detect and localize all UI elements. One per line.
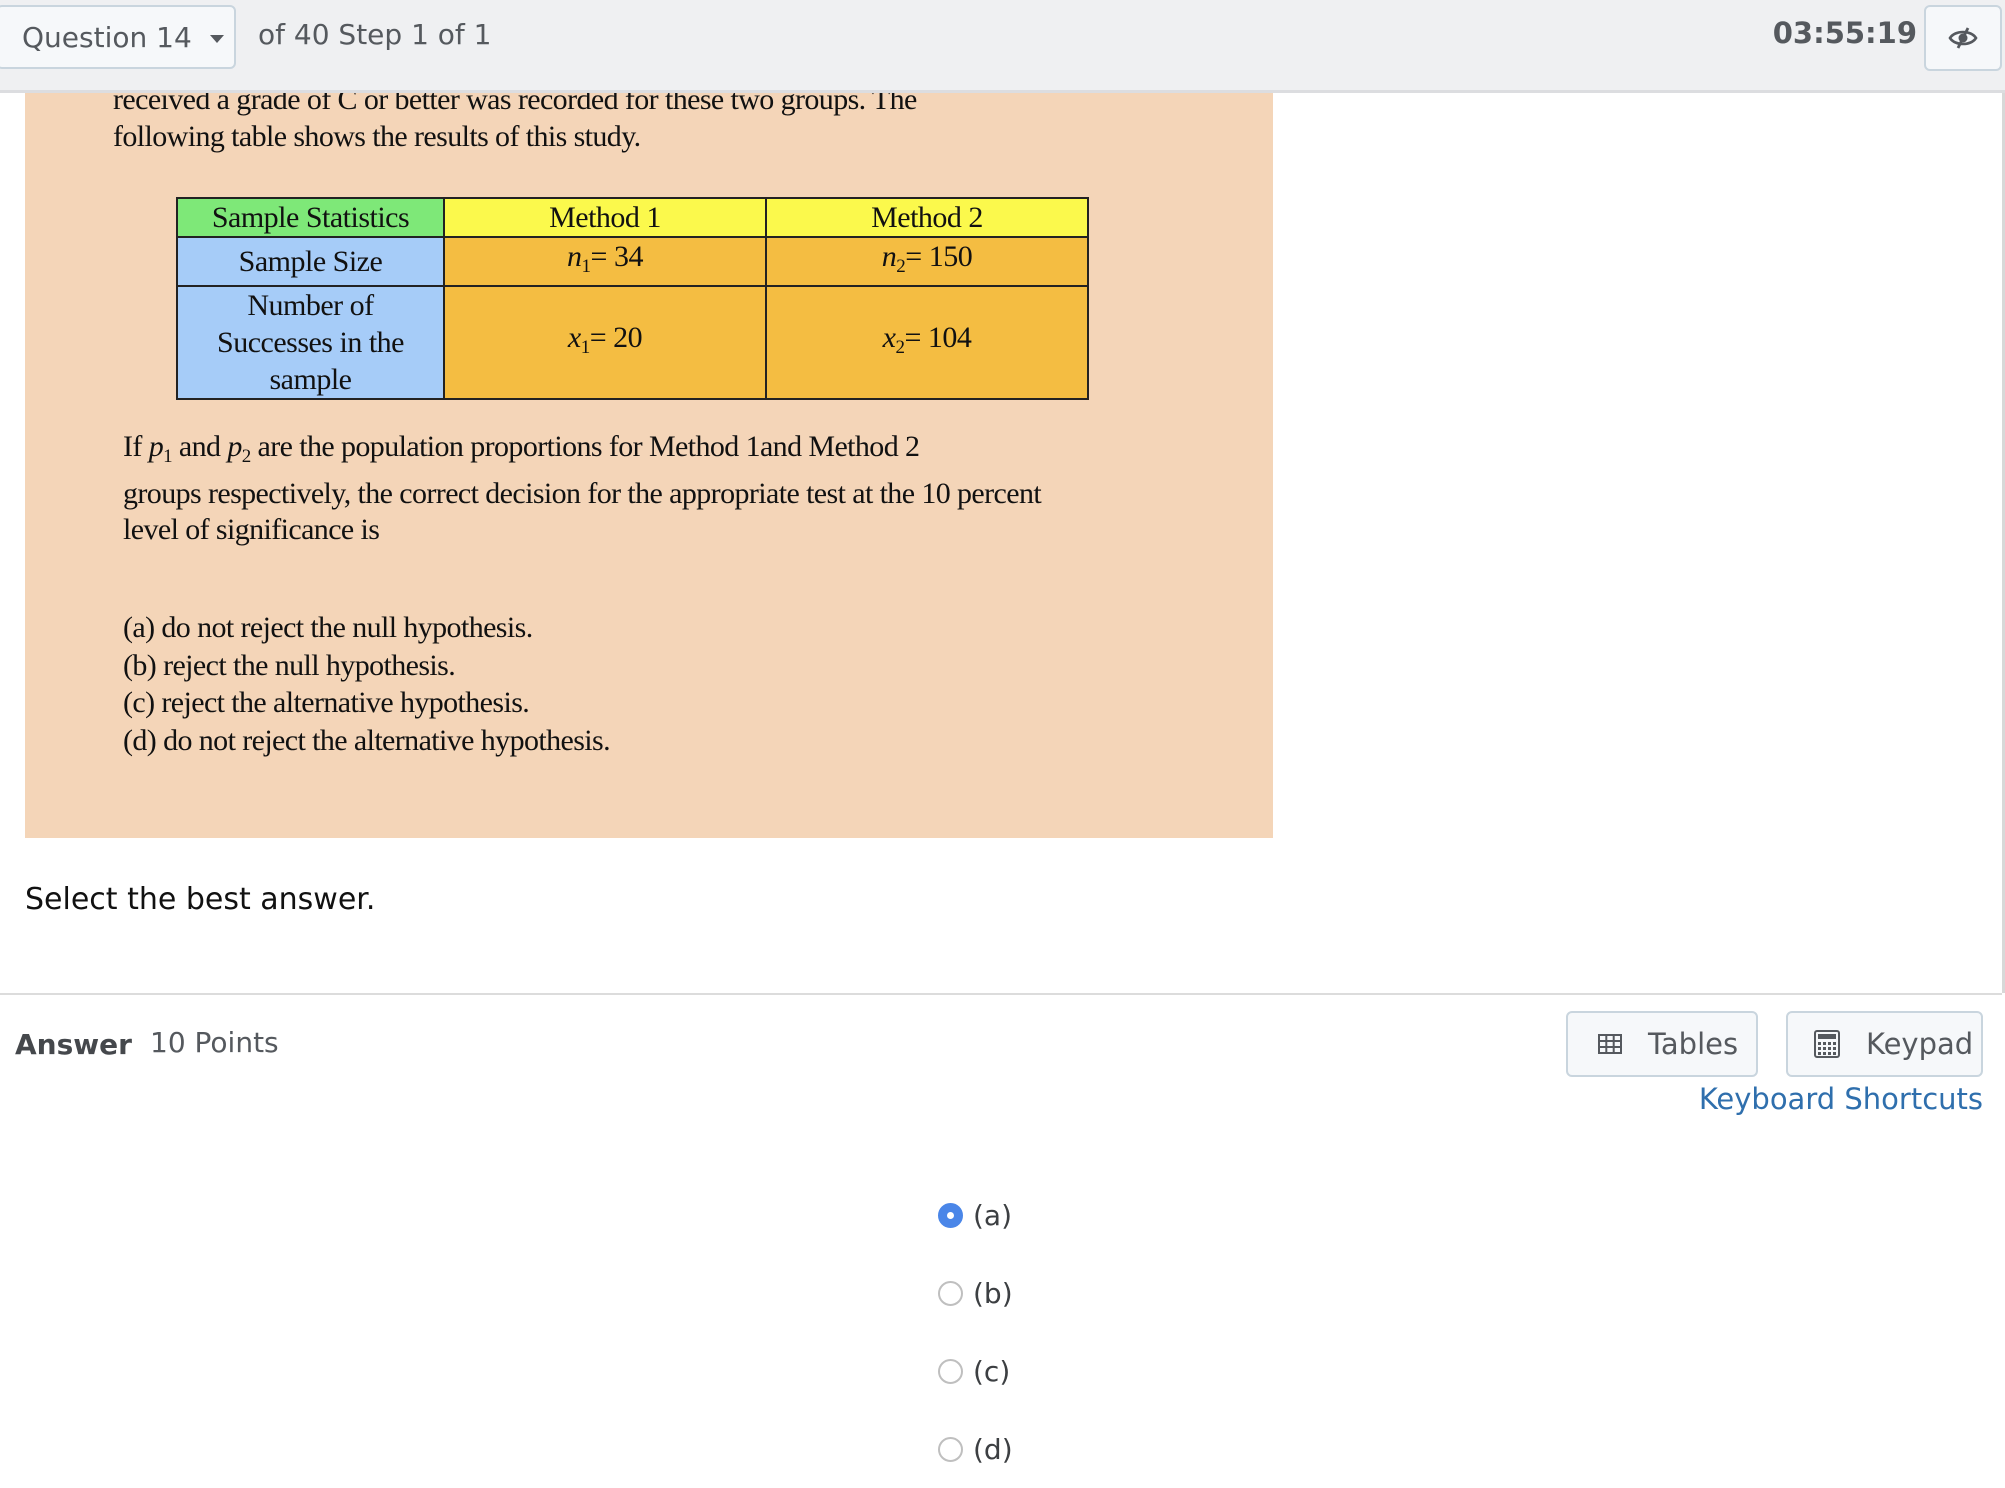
tables-button[interactable]: Tables [1566,1011,1758,1077]
question-select-label: Question 14 [22,20,192,54]
value-cell: n1= 34 [443,236,767,287]
text: and [172,430,228,463]
answer-options: (a) (b) (c) (d) [938,1176,1013,1488]
var: n [881,240,897,273]
answer-option-c[interactable]: (c) [938,1332,1013,1410]
question-progress: of 40 Step 1 of 1 [258,18,492,51]
option-label: (c) [973,1354,1011,1388]
row-label: Number of Successes in the sample [176,285,445,400]
row-label: Sample Size [176,236,445,287]
label-line: Number of [247,289,374,322]
subscript: 1 [163,446,173,467]
choice-list: (a) do not reject the null hypothesis. (… [123,609,611,759]
value: = 104 [904,321,972,354]
header-cell: Method 1 [443,197,767,238]
radio-button[interactable] [938,1436,963,1462]
choice-text: (b) reject the null hypothesis. [123,648,456,682]
var: x [567,321,581,354]
value: = 20 [589,321,643,354]
subscript: 2 [241,446,252,467]
intro-line: received a grade of C or better was reco… [113,93,917,116]
eye-slash-icon [1948,27,1978,49]
section-divider [0,993,2002,995]
prompt-line: level of significance is [123,513,380,546]
table-header-row: Sample Statistics Method 1 Method 2 [176,197,1089,238]
label-line: Successes in the [217,326,404,359]
value-cell: x2= 104 [765,285,1089,400]
radio-button[interactable] [938,1358,963,1384]
hide-timer-button[interactable] [1924,5,2002,71]
var: p [148,430,164,463]
tables-button-label: Tables [1648,1027,1739,1061]
radio-button[interactable] [938,1202,963,1228]
text: are the population proportions for Metho… [250,430,920,463]
calculator-icon [1814,1030,1840,1058]
subscript: 1 [581,256,592,277]
value: = 34 [590,240,644,273]
answer-label: Answer [15,1028,132,1061]
header-cell: Sample Statistics [176,197,445,238]
choice-text: (c) reject the alternative hypothesis. [123,686,530,719]
intro-line: following table shows the results of thi… [113,120,641,153]
var: n [567,240,582,273]
subscript: 2 [896,256,906,277]
keypad-button-label: Keypad [1866,1027,1974,1061]
points-label: 10 Points [150,1026,279,1059]
header-cell: Method 2 [765,197,1089,238]
option-label: (a) [973,1198,1013,1232]
keyboard-shortcuts-link[interactable]: Keyboard Shortcuts [1699,1082,1983,1116]
question-prompt: If p1 and p2 are the population proporti… [123,429,1042,549]
var: p [227,430,242,463]
text: If [123,430,149,463]
var: x [882,321,896,354]
answer-option-b[interactable]: (b) [938,1254,1013,1332]
question-image: received a grade of C or better was reco… [25,93,1273,838]
question-select-dropdown[interactable]: Question 14 [0,5,236,69]
question-intro: received a grade of C or better was reco… [113,93,917,155]
answer-option-a[interactable]: (a) [938,1176,1013,1254]
table-icon [1598,1034,1622,1054]
timer: 03:55:19 [1772,16,1917,50]
subscript: 1 [580,337,591,358]
table-row: Sample Size n1= 34 n2= 150 [176,236,1089,287]
answer-option-d[interactable]: (d) [938,1410,1013,1488]
prompt-line: groups respectively, the correct decisio… [123,476,1042,510]
keypad-button[interactable]: Keypad [1786,1011,1983,1077]
label-line: sample [269,363,352,396]
chevron-down-icon [209,35,224,43]
value-cell: x1= 20 [443,285,767,400]
radio-button[interactable] [938,1280,963,1306]
top-bar: Question 14 of 40 Step 1 of 1 03:55:19 [0,0,2005,93]
option-label: (b) [973,1276,1013,1310]
value: = 150 [905,240,973,273]
choice-text: (d) do not reject the alternative hypoth… [123,723,611,757]
prompt-line: If p1 and p2 are the population proporti… [123,429,1041,476]
instruction-text: Select the best answer. [25,882,376,917]
sample-statistics-table: Sample Statistics Method 1 Method 2 Samp… [176,197,1089,400]
value-cell: n2= 150 [765,236,1089,287]
table-row: Number of Successes in the sample x1= 20… [176,285,1089,400]
choice-text: (a) do not reject the null hypothesis. [123,611,533,644]
option-label: (d) [973,1432,1013,1466]
